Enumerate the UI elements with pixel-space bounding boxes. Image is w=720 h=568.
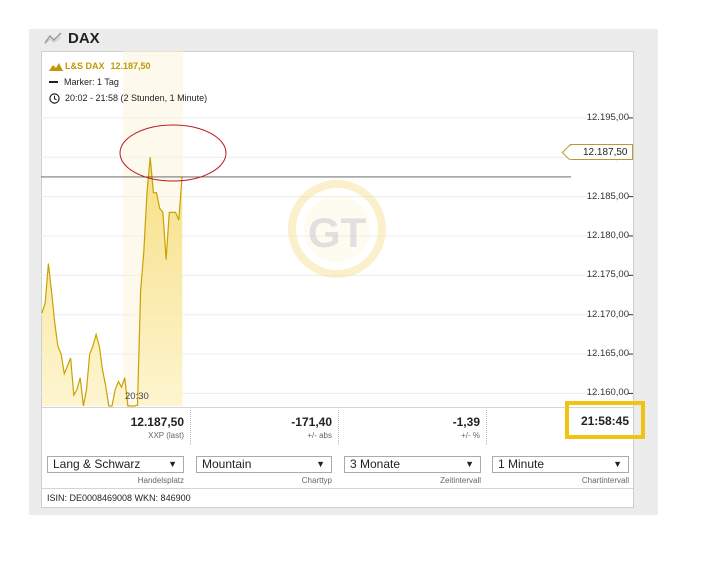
legend-price: 12.187,50	[110, 61, 151, 71]
chart-legend: L&S DAX 12.187,50 Marker: 1 Tag 20:02 - …	[49, 58, 207, 106]
quote-stats: 12.187,50 XXP (last) -171,40 +/- abs -1,…	[42, 407, 633, 448]
y-tick-label: 12.175,00	[586, 269, 629, 281]
mountain-icon	[49, 62, 63, 71]
select-zeitintervall-box[interactable]: 3 Monate ▼	[344, 456, 481, 473]
select-charttyp-value: Mountain	[202, 457, 252, 471]
current-price-tag: 12.187,50	[570, 144, 633, 160]
select-handelsplatz-label: Handelsplatz	[137, 476, 184, 485]
y-tick-label: 12.165,00	[586, 348, 629, 360]
legend-instrument: L&S DAX	[65, 61, 105, 71]
select-zeitintervall-value: 3 Monate	[350, 457, 401, 471]
select-charttyp-label: Charttyp	[301, 476, 332, 485]
select-zeitintervall-label: Zeitintervall	[440, 476, 481, 485]
select-charttyp[interactable]: Mountain ▼ Charttyp	[196, 456, 332, 492]
stat-abs: -171,40 +/- abs	[190, 408, 338, 448]
select-handelsplatz[interactable]: Lang & Schwarz ▼ Handelsplatz	[47, 456, 184, 492]
x-tick-label: 20:30	[125, 391, 149, 402]
y-tick-label: 12.180,00	[586, 229, 629, 241]
marker-icon	[49, 81, 58, 83]
stat-pct: -1,39 +/- %	[338, 408, 486, 448]
stat-last-value: 12.187,50	[130, 415, 184, 429]
watermark-logo: GT	[288, 180, 386, 278]
last-update-time: 21:58:45	[580, 414, 629, 428]
select-handelsplatz-box[interactable]: Lang & Schwarz ▼	[47, 456, 184, 473]
stat-abs-value: -171,40	[291, 415, 332, 429]
select-zeitintervall[interactable]: 3 Monate ▼ Zeitintervall	[344, 456, 481, 492]
select-chartintervall-box[interactable]: 1 Minute ▼	[492, 456, 629, 473]
legend-marker: Marker: 1 Tag	[64, 77, 119, 87]
dropdown-arrow-icon: ▼	[465, 459, 474, 469]
stat-divider	[486, 410, 487, 445]
clock-icon	[49, 92, 60, 104]
widget-header: DAX	[44, 28, 100, 48]
select-chartintervall[interactable]: 1 Minute ▼ Chartintervall	[492, 456, 629, 492]
stat-pct-value: -1,39	[452, 415, 480, 429]
y-tick-label: 12.185,00	[586, 190, 629, 202]
select-handelsplatz-value: Lang & Schwarz	[53, 457, 141, 471]
dropdown-arrow-icon: ▼	[168, 459, 177, 469]
select-chartintervall-value: 1 Minute	[498, 457, 545, 471]
select-charttyp-box[interactable]: Mountain ▼	[196, 456, 332, 473]
line-chart-icon	[44, 32, 62, 45]
legend-range: 20:02 - 21:58 (2 Stunden, 1 Minute)	[65, 93, 208, 103]
isin-footer: ISIN: DE0008469008 WKN: 846900	[42, 488, 633, 507]
stat-abs-label: +/- abs	[307, 431, 332, 440]
watermark-text: GT	[308, 209, 367, 256]
y-tick-label: 12.170,00	[586, 308, 629, 320]
dropdown-arrow-icon: ▼	[613, 459, 622, 469]
stat-last: 12.187,50 XXP (last)	[42, 408, 190, 448]
y-tick-label: 12.160,00	[586, 387, 629, 399]
select-chartintervall-label: Chartintervall	[581, 476, 629, 485]
widget-title: DAX	[68, 29, 100, 47]
stat-last-label: XXP (last)	[148, 431, 184, 440]
stat-pct-label: +/- %	[461, 431, 480, 440]
y-tick-label: 12.195,00	[586, 111, 629, 123]
dropdown-arrow-icon: ▼	[316, 459, 325, 469]
